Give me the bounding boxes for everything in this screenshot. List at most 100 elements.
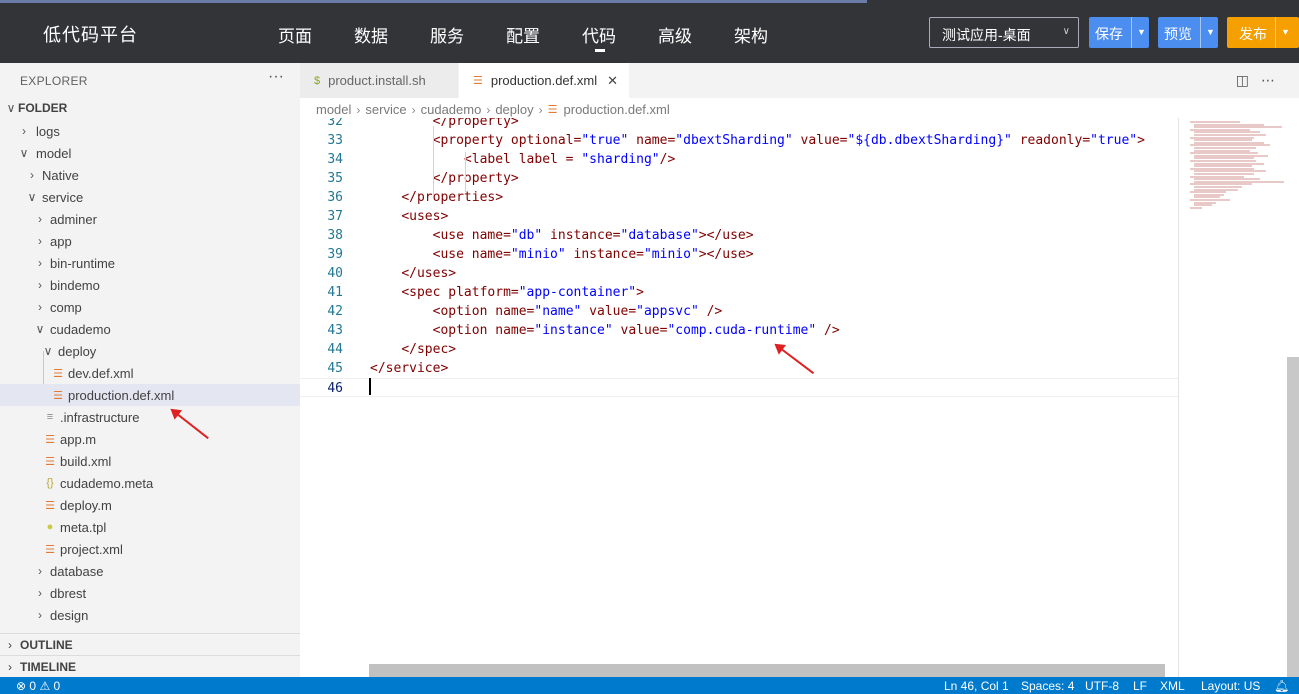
save-button[interactable]: 保存	[1089, 17, 1131, 48]
tree-item-service[interactable]: ∨ service	[0, 186, 300, 208]
horizontal-scrollbar[interactable]	[369, 664, 1165, 677]
publish-dropdown-caret-icon[interactable]: ▼	[1275, 17, 1293, 48]
encoding[interactable]: UTF-8	[1085, 679, 1119, 693]
code-line[interactable]: 46	[300, 378, 1178, 397]
breadcrumb-item[interactable]: cudademo	[421, 102, 482, 117]
code-editor[interactable]: 32 </property> 33 <property optional="tru…	[300, 118, 1178, 664]
code-line[interactable]: 33 <property optional="true" name="dbext…	[300, 131, 1178, 150]
tree-item-meta-tpl[interactable]: ● meta.tpl	[0, 516, 300, 538]
tree-item-dbrest[interactable]: › dbrest	[0, 582, 300, 604]
tree-item-database[interactable]: › database	[0, 560, 300, 582]
nav-tab-advanced[interactable]: 高级	[658, 22, 692, 47]
dollar-icon: $	[314, 74, 321, 87]
text-file-icon: ≡	[46, 411, 54, 423]
tree-item-adminer[interactable]: › adminer	[0, 208, 300, 230]
tree-item-cudademo-meta[interactable]: {} cudademo.meta	[0, 472, 300, 494]
code-line[interactable]: 32 </property>	[300, 118, 1178, 131]
tree-item-comp[interactable]: › comp	[0, 296, 300, 318]
indent-guide	[433, 126, 434, 196]
tree-item-label: comp	[50, 299, 82, 315]
tree-item-project-xml[interactable]: ☰ project.xml	[0, 538, 300, 560]
preview-dropdown-caret-icon[interactable]: ▼	[1200, 17, 1218, 48]
tree-item-logs[interactable]: › logs	[0, 120, 300, 142]
breadcrumb-item[interactable]: model	[316, 102, 351, 117]
tab-production-def-xml[interactable]: ☰ production.def.xml ✕	[459, 63, 629, 98]
breadcrumb-item[interactable]: production.def.xml	[564, 102, 670, 117]
line-text: <property optional="true" name="dbextSha…	[432, 133, 1145, 148]
tree-item-build-xml[interactable]: ☰ build.xml	[0, 450, 300, 472]
keyboard-layout[interactable]: Layout: US	[1201, 679, 1260, 693]
indentation[interactable]: Spaces: 4	[1021, 679, 1074, 693]
tree-item-model[interactable]: ∨ model	[0, 142, 300, 164]
split-editor-icon[interactable]: ◫	[1236, 72, 1261, 88]
tree-item-app[interactable]: › app	[0, 230, 300, 252]
code-line[interactable]: 35 </property>	[300, 169, 1178, 188]
tree-item-design[interactable]: › design	[0, 604, 300, 626]
chevron-down-icon: ∨	[1062, 26, 1070, 37]
tree-item-cudademo[interactable]: ∨ cudademo	[0, 318, 300, 340]
nav-tab-config[interactable]: 配置	[506, 22, 540, 47]
code-line[interactable]: 37 <uses>	[300, 207, 1178, 226]
minimap-line	[1190, 206, 1202, 209]
code-line[interactable]: 41 <spec platform="app-container">	[300, 283, 1178, 302]
close-icon[interactable]: ✕	[607, 73, 618, 89]
tree-item-dev-def-xml[interactable]: ☰ dev.def.xml	[0, 362, 300, 384]
breadcrumb-item[interactable]: deploy	[495, 102, 533, 117]
more-actions-icon[interactable]: ···	[268, 68, 284, 86]
code-line[interactable]: 34 <label label = "sharding"/>	[300, 150, 1178, 169]
language-mode[interactable]: XML	[1160, 679, 1185, 693]
tree-item-bindemo[interactable]: › bindemo	[0, 274, 300, 296]
brand-title: 低代码平台	[43, 25, 138, 45]
more-actions-icon[interactable]: ⋯	[1261, 72, 1287, 88]
cursor-position[interactable]: Ln 46, Col 1	[944, 679, 1009, 693]
app-select-dropdown[interactable]: 测试应用-桌面 ∨	[929, 17, 1079, 48]
nav-tab-architecture[interactable]: 架构	[734, 22, 768, 47]
tree-item-deploy[interactable]: ∨ deploy	[0, 340, 300, 362]
tab-label: production.def.xml	[490, 73, 598, 88]
chevron-right-icon: ›	[38, 608, 42, 622]
top-nav-bar: 低代码平台 页面 数据 服务 配置 代码 高级 架构 测试应用-桌面 ∨ 保存 …	[0, 0, 1299, 63]
nav-tab-services[interactable]: 服务	[430, 22, 464, 47]
warning-count: 0	[53, 679, 61, 693]
code-line[interactable]: 40 </uses>	[300, 264, 1178, 283]
tree-item-infrastructure[interactable]: ≡ .infrastructure	[0, 406, 300, 428]
problems-indicator[interactable]: ⊗ 0 ⚠ 0	[16, 679, 60, 693]
tree-item-bin-runtime[interactable]: › bin-runtime	[0, 252, 300, 274]
nav-tab-pages[interactable]: 页面	[278, 22, 312, 47]
minimap-divider	[1178, 118, 1179, 677]
preview-button[interactable]: 预览	[1158, 17, 1200, 48]
tree-item-label: deploy	[58, 343, 97, 359]
line-text: <spec platform="app-container">	[401, 285, 644, 300]
code-line[interactable]: 39 <use name="minio" instance="minio"></…	[300, 245, 1178, 264]
outline-section[interactable]: › OUTLINE	[0, 633, 300, 655]
breadcrumb-item[interactable]: service	[365, 102, 406, 117]
line-number: 43	[327, 323, 343, 338]
tree-item-production-def-xml[interactable]: ☰ production.def.xml	[0, 384, 300, 406]
code-line[interactable]: 44 </spec>	[300, 340, 1178, 359]
tab-product-install-sh[interactable]: $ product.install.sh	[300, 63, 458, 98]
code-line[interactable]: 43 <option name="instance" value="comp.c…	[300, 321, 1178, 340]
nav-tab-code[interactable]: 代码	[582, 22, 616, 52]
json-file-icon: {}	[46, 477, 54, 489]
minimap[interactable]	[1186, 118, 1286, 218]
folder-root[interactable]: ∨ FOLDER	[0, 97, 300, 119]
nav-tab-data[interactable]: 数据	[354, 22, 388, 47]
code-line[interactable]: 45 </service>	[300, 359, 1178, 378]
timeline-section[interactable]: › TIMELINE	[0, 655, 300, 677]
bell-icon[interactable]: 🔔︎	[1274, 679, 1289, 693]
tree-item-native[interactable]: › Native	[0, 164, 300, 186]
tree-item-app-m[interactable]: ☰ app.m	[0, 428, 300, 450]
tree-item-label: Native	[42, 167, 79, 183]
end-of-line[interactable]: LF	[1133, 679, 1147, 693]
line-number: 39	[327, 247, 343, 262]
vertical-scrollbar[interactable]	[1287, 357, 1299, 677]
tree-item-deploy-m[interactable]: ☰ deploy.m	[0, 494, 300, 516]
publish-button[interactable]: 发布	[1227, 17, 1275, 48]
line-number: 34	[327, 152, 343, 167]
code-line[interactable]: 38 <use name="db" instance="database"></…	[300, 226, 1178, 245]
tree-item-label: dbrest	[50, 585, 87, 601]
code-line[interactable]: 42 <option name="name" value="appsvc" />	[300, 302, 1178, 321]
code-line[interactable]: 36 </properties>	[300, 188, 1178, 207]
chevron-down-icon: ∨	[6, 101, 16, 115]
save-dropdown-caret-icon[interactable]: ▼	[1131, 17, 1149, 48]
